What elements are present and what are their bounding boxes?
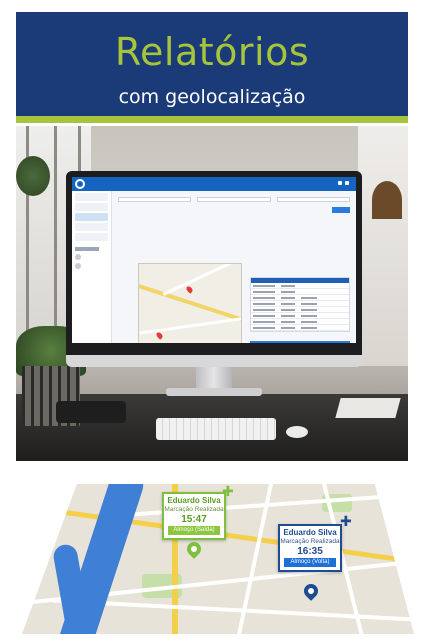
sidebar-option-icon xyxy=(75,254,81,260)
office-photo xyxy=(16,126,408,461)
map-illustration: Eduardo Silva Marcação Realizada 15:47 A… xyxy=(22,484,414,634)
employee-name: Eduardo Silva xyxy=(283,528,337,537)
notification-icon xyxy=(338,181,342,185)
sidebar-item xyxy=(75,233,108,241)
app-main-panel xyxy=(114,191,356,343)
window-right xyxy=(358,126,408,366)
app-sidebar xyxy=(72,191,112,343)
punch-status-badge: Almoço (Saída) xyxy=(168,526,220,535)
employee-name: Eduardo Silva xyxy=(167,496,221,505)
sidebar-item-active xyxy=(75,213,108,221)
punch-label: Marcação Realizada xyxy=(280,538,340,545)
sidebar-item xyxy=(75,203,108,211)
header-banner: Relatórios com geolocalização xyxy=(16,12,408,116)
map-pin-icon xyxy=(185,285,194,294)
filter-field xyxy=(197,197,271,202)
documents-stack xyxy=(335,398,401,418)
speaker xyxy=(56,401,126,423)
search-button xyxy=(332,207,350,213)
app-header xyxy=(72,177,356,191)
banner-title: Relatórios xyxy=(114,30,310,74)
filter-field xyxy=(276,197,350,202)
plus-icon: ✚ xyxy=(222,484,234,500)
header-icons xyxy=(338,181,352,186)
table-pagination xyxy=(250,341,350,343)
sidebar-item xyxy=(75,223,108,231)
menu-icon xyxy=(345,181,349,185)
punch-status-badge: Almoço (Volta) xyxy=(284,558,336,567)
location-card-return: Eduardo Silva Marcação Realizada 16:35 A… xyxy=(278,524,342,572)
screen-map-preview xyxy=(138,263,242,343)
sidebar-option-icon xyxy=(75,263,81,269)
punch-label: Marcação Realizada xyxy=(164,506,224,513)
map-pin-icon xyxy=(155,331,164,340)
lamp-shade xyxy=(372,181,402,219)
banner-subtitle: com geolocalização xyxy=(118,86,306,108)
punch-time: 15:47 xyxy=(181,514,207,525)
filter-bar xyxy=(118,197,350,203)
sidebar-item xyxy=(75,193,108,201)
sidebar-section-heading xyxy=(75,247,99,251)
map-road xyxy=(102,493,402,519)
monitor-chin xyxy=(66,355,362,367)
report-table xyxy=(250,277,350,332)
plant-top xyxy=(16,156,50,196)
location-card-departure: Eduardo Silva Marcação Realizada 15:47 A… xyxy=(162,492,226,540)
table-row xyxy=(251,325,349,331)
keyboard xyxy=(156,418,276,440)
monitor-screen xyxy=(72,177,356,343)
punch-time: 16:35 xyxy=(297,546,323,557)
app-logo-icon xyxy=(75,179,85,189)
filter-field xyxy=(118,197,192,202)
banner-accent-stripe xyxy=(16,116,408,123)
monitor-base xyxy=(166,388,262,396)
mouse xyxy=(286,426,308,438)
window-frame-bar xyxy=(54,126,57,356)
plus-icon: ✚ xyxy=(340,514,352,530)
